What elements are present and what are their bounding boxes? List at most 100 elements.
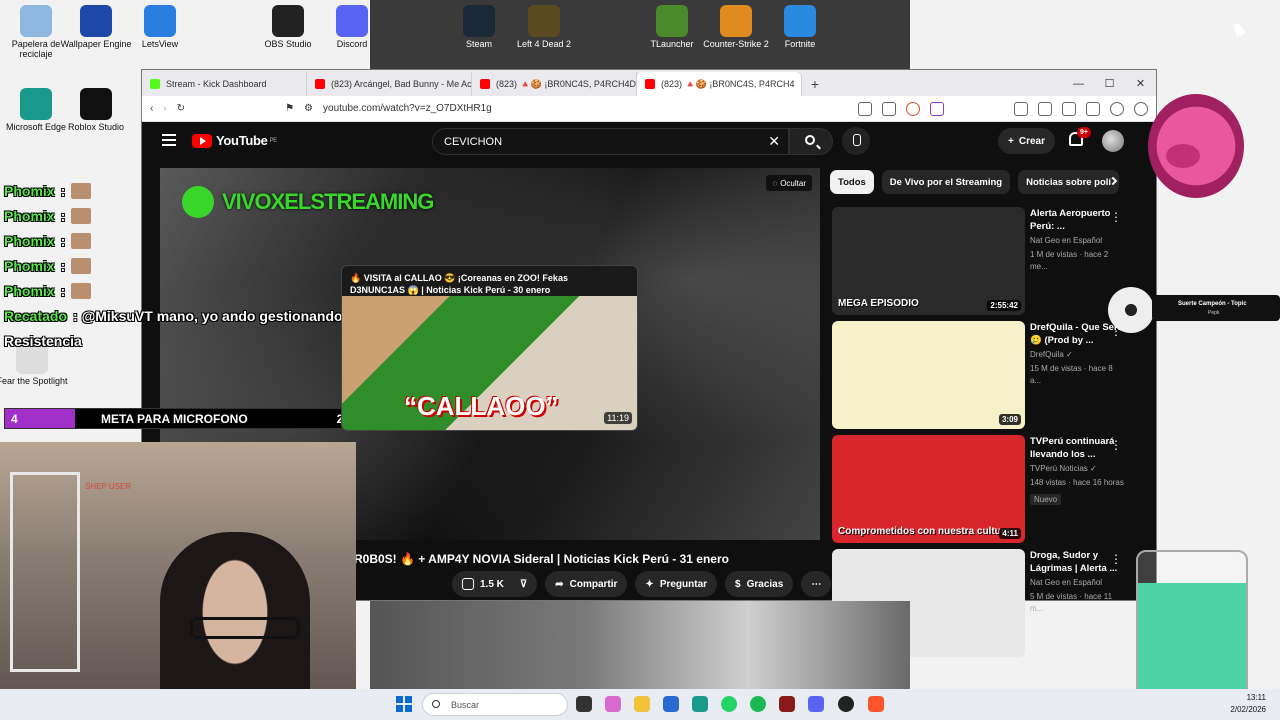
tab-label: Stream - Kick Dashboard	[166, 79, 267, 89]
video-title: R0B0S! 🔥 + AMP4Y NOVIA Sideral | Noticia…	[354, 552, 729, 566]
desktop-icon[interactable]: TLauncher	[636, 5, 708, 50]
music-icon[interactable]	[1038, 101, 1052, 116]
search-button[interactable]	[789, 128, 833, 155]
brave-icon[interactable]	[868, 696, 884, 712]
now-playing-song: Suerte Campeón - Topic	[1178, 301, 1247, 307]
more-vert-icon[interactable]: ⋮	[1110, 552, 1122, 566]
steam-icon	[463, 5, 495, 37]
rewards-icon[interactable]	[930, 101, 944, 116]
background-stream-video	[370, 601, 910, 689]
desktop-icon[interactable]: LetsView	[124, 5, 196, 50]
close-icon[interactable]: ✕	[1125, 72, 1156, 96]
forward-icon[interactable]: ›	[163, 103, 166, 114]
filter-chip[interactable]: Todos	[830, 170, 874, 194]
clock[interactable]: 13:11 2/02/2026	[1230, 692, 1266, 716]
channel-name[interactable]: Nat Geo en Español	[1030, 577, 1126, 589]
file-explorer-icon[interactable]	[634, 696, 650, 712]
bookmark-icon[interactable]: ⚑	[285, 103, 294, 114]
desktop-icon[interactable]: Discord	[316, 5, 388, 50]
copilot-icon[interactable]	[605, 696, 621, 712]
store-icon[interactable]	[663, 696, 679, 712]
minimize-icon[interactable]: —	[1063, 72, 1094, 96]
desktop-icon[interactable]: Wallpaper Engine	[60, 5, 132, 50]
ai-icon[interactable]	[1110, 101, 1124, 116]
now-playing-widget: Suerte Campeón - Topic Pepk	[1108, 287, 1280, 333]
share-icon[interactable]	[882, 101, 896, 116]
webcam-overlay: SHEP USER	[0, 442, 356, 720]
extensions-icon[interactable]	[1014, 101, 1028, 116]
emote-icon	[71, 182, 92, 199]
browser-tab[interactable]: (823) Arcángel, Bad Bunny - Me Acos	[307, 72, 472, 96]
vinyl-disc-icon	[1108, 287, 1154, 333]
channel-name[interactable]: Nat Geo en Español	[1030, 235, 1126, 247]
discord-taskbar-icon[interactable]	[808, 696, 824, 712]
desktop-icon[interactable]: Counter-Strike 2	[700, 5, 772, 50]
video-duration: 4:11	[999, 528, 1021, 539]
recommended-video[interactable]: Comprometidos con nuestra cultura 4:11 TVP…	[832, 435, 1132, 545]
clear-search-icon[interactable]: ✕	[768, 133, 780, 150]
recommended-video[interactable]: MEGA EPISODIO 2:55:42 Alerta Aeropuerto Pe…	[832, 207, 1132, 317]
cast-icon[interactable]	[858, 101, 872, 116]
more-actions-button[interactable]: ⋯	[801, 571, 832, 597]
end-card-video[interactable]: 🔥 VISITA al CALLAO 😎 ¡Coreanas en ZOO! F…	[341, 265, 638, 431]
chat-message: Phomix:	[4, 178, 476, 203]
filter-chip[interactable]: De Vivo por el Streaming	[881, 170, 1011, 194]
eye-off-icon: ◌	[772, 178, 778, 188]
recommended-video[interactable]: 3:09 DrefQuila - Que Será🥲 (Prod by ... Dr…	[832, 321, 1132, 431]
wallet-icon[interactable]	[1086, 101, 1100, 116]
browser-tab[interactable]: (823) 🔺🍪 ¡BR0NC4S, P4RCH4DAS	[472, 72, 637, 96]
more-vert-icon[interactable]: ⋮	[1110, 438, 1122, 452]
url-field[interactable]: youtube.com/watch?v=z_O7DXtHR1g	[323, 103, 848, 114]
search-input[interactable]: CEVICHON	[444, 136, 502, 148]
browser-tab[interactable]: Stream - Kick Dashboard	[142, 72, 307, 96]
maximize-icon[interactable]: ☐	[1094, 72, 1125, 96]
more-icon: ⋯	[811, 578, 822, 590]
video-thumbnail[interactable]: Comprometidos con nuestra cultura 4:11	[832, 435, 1025, 543]
voice-search-icon[interactable]	[842, 127, 870, 155]
hide-button[interactable]: ◌ Ocultar	[766, 175, 812, 191]
whatsapp-icon[interactable]	[721, 696, 737, 712]
reload-icon[interactable]: ↻	[177, 103, 185, 114]
obs-taskbar-icon[interactable]	[838, 696, 854, 712]
youtube-logo[interactable]: YouTube PE	[192, 133, 277, 148]
back-icon[interactable]: ‹	[150, 103, 153, 114]
menu-icon[interactable]	[162, 134, 176, 146]
game-app-icon[interactable]	[779, 696, 795, 712]
desktop-icon[interactable]: Fortnite	[764, 5, 836, 50]
letsview-icon	[144, 5, 176, 37]
desktop-icon[interactable]: Left 4 Dead 2	[508, 5, 580, 50]
like-button[interactable]: 1.5 K ⊽	[452, 571, 538, 597]
brave-shield-icon[interactable]	[906, 101, 920, 116]
search-box[interactable]: CEVICHON ✕	[432, 128, 789, 155]
site-info-icon[interactable]: ⚙	[304, 103, 313, 114]
taskbar-search[interactable]: Buscar	[422, 693, 568, 716]
create-button[interactable]: + Crear	[998, 128, 1055, 154]
windows-start-icon[interactable]	[396, 696, 412, 712]
search-icon	[805, 135, 815, 145]
desktop-icon[interactable]: Steam	[443, 5, 515, 50]
more-vert-icon[interactable]: ⋮	[1110, 210, 1122, 224]
share-arrow-icon: ➦	[555, 578, 564, 590]
video-thumbnail[interactable]: MEGA EPISODIO 2:55:42	[832, 207, 1025, 315]
browser-tab[interactable]: (823) 🔺🍪 ¡BR0NC4S, P4RCH4✕	[637, 72, 802, 96]
spotify-icon[interactable]	[750, 696, 766, 712]
avatar[interactable]	[1102, 130, 1124, 152]
sidebar-icon[interactable]	[1062, 101, 1076, 116]
new-tab-button[interactable]: +	[802, 72, 828, 96]
vpn-icon[interactable]	[1134, 101, 1148, 116]
ask-button[interactable]: ✦ Preguntar	[635, 571, 718, 597]
desktop-icon[interactable]: Roblox Studio	[60, 88, 132, 133]
thanks-label: Gracias	[746, 578, 784, 590]
task-view-icon[interactable]	[576, 696, 592, 712]
video-meta: 1 M de vistas · hace 2 me...	[1030, 250, 1109, 271]
channel-name[interactable]: TVPerú Noticias ✓	[1030, 463, 1126, 475]
video-thumbnail[interactable]: 3:09	[832, 321, 1025, 429]
hide-label: Ocultar	[780, 178, 806, 188]
thumbs-down-icon[interactable]: ⊽	[520, 579, 527, 590]
desktop-icon[interactable]: OBS Studio	[252, 5, 324, 50]
edge-taskbar-icon[interactable]	[692, 696, 708, 712]
share-button[interactable]: ➦ Compartir	[545, 571, 628, 597]
filter-chip[interactable]: Noticias sobre polí	[1018, 170, 1120, 194]
channel-name[interactable]: DrefQuila ✓	[1030, 349, 1126, 361]
thanks-button[interactable]: $ Gracias	[725, 571, 794, 597]
